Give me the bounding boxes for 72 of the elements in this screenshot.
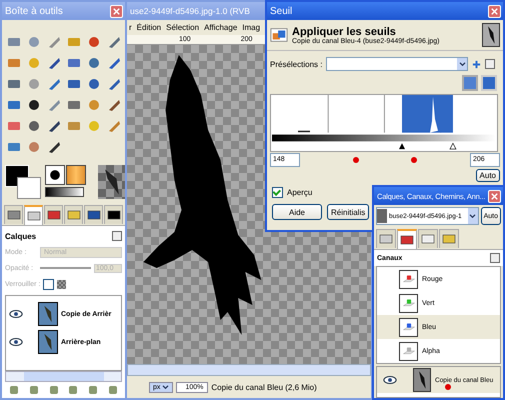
tool-options-icon bbox=[6, 208, 20, 222]
close-button[interactable] bbox=[488, 190, 501, 202]
caret-icon bbox=[458, 62, 466, 66]
dialog-button[interactable]: Aide bbox=[272, 204, 322, 220]
dock-tab[interactable] bbox=[104, 205, 123, 224]
presets-dropdown[interactable] bbox=[326, 57, 468, 71]
horizontal-scrollbar[interactable] bbox=[5, 371, 122, 382]
high-handle-dot[interactable] bbox=[411, 157, 418, 163]
color-swatches[interactable] bbox=[5, 165, 41, 199]
tool-icon[interactable] bbox=[26, 97, 42, 113]
eye-icon[interactable] bbox=[383, 375, 397, 385]
layer-action-icon[interactable] bbox=[109, 386, 118, 394]
channel-thumbnail bbox=[482, 23, 500, 47]
caret-icon bbox=[162, 384, 170, 390]
layer-action-icon[interactable] bbox=[69, 386, 78, 394]
lock-alpha-icon[interactable] bbox=[57, 280, 66, 288]
auto-button[interactable]: Auto bbox=[476, 169, 500, 182]
layer-thumbnail bbox=[38, 330, 58, 354]
menu-item[interactable]: Imag bbox=[242, 23, 260, 32]
menu-item[interactable]: Édition bbox=[136, 23, 162, 32]
channel-thumbnail bbox=[413, 368, 431, 392]
histogram-peak bbox=[430, 96, 438, 133]
layer-thumbnail bbox=[38, 302, 58, 326]
status-text: Copie du canal Bleu (2,6 Mio) bbox=[211, 382, 317, 392]
layer-action-icon[interactable] bbox=[10, 386, 18, 394]
layer-action-icon[interactable] bbox=[30, 386, 38, 394]
presets-label: Présélections : bbox=[270, 60, 322, 68]
layers-icon bbox=[379, 232, 393, 246]
pattern-icon[interactable] bbox=[66, 165, 86, 185]
brush-icon[interactable] bbox=[45, 165, 65, 185]
close-icon bbox=[112, 6, 121, 16]
layers-icon bbox=[26, 209, 40, 223]
color-icon bbox=[106, 208, 120, 222]
histogram-icon bbox=[86, 208, 100, 222]
paths-icon bbox=[421, 232, 435, 246]
image-thumbnail[interactable] bbox=[98, 165, 125, 199]
gradient-icon[interactable] bbox=[45, 187, 84, 197]
undo-icon bbox=[442, 232, 456, 246]
preview-checkbox[interactable] bbox=[272, 187, 283, 198]
close-icon bbox=[490, 6, 499, 16]
threshold-icon bbox=[270, 26, 288, 44]
panel-menu-icon[interactable] bbox=[490, 253, 500, 263]
low-handle-icon[interactable] bbox=[399, 143, 405, 150]
dock-tab[interactable] bbox=[397, 229, 417, 249]
panel-title: Calques bbox=[5, 232, 36, 240]
panel-menu-icon[interactable] bbox=[112, 231, 122, 241]
horizontal-scrollbar[interactable] bbox=[127, 364, 371, 376]
menu-item[interactable]: Affichage bbox=[204, 23, 238, 32]
layer-action-icon[interactable] bbox=[50, 386, 58, 394]
low-handle-dot[interactable] bbox=[352, 157, 359, 163]
channels-icon bbox=[400, 233, 414, 247]
window-title: Boîte à outils bbox=[5, 6, 63, 16]
menu-icon[interactable] bbox=[485, 59, 496, 69]
close-button[interactable] bbox=[488, 4, 501, 18]
dock-tab[interactable] bbox=[44, 205, 63, 224]
caret-icon bbox=[469, 214, 476, 218]
window-title: use2-9449f-d5496.jpg-1.0 (RVB bbox=[130, 6, 250, 16]
dock-tab[interactable] bbox=[84, 205, 103, 224]
dialog-heading: Appliquer les seuils bbox=[292, 26, 397, 38]
channels-icon bbox=[46, 208, 60, 222]
window-title: Seuil bbox=[270, 6, 292, 16]
menu-item[interactable]: Sélection bbox=[166, 23, 200, 32]
add-icon[interactable] bbox=[472, 60, 482, 68]
close-icon bbox=[490, 192, 499, 200]
selection-marker bbox=[445, 384, 451, 390]
menu-item[interactable]: r bbox=[129, 23, 132, 32]
log-histogram-button[interactable] bbox=[481, 75, 497, 91]
dialog-button[interactable]: Réinitialis bbox=[327, 204, 370, 220]
preview-label: Aperçu bbox=[287, 188, 312, 197]
threshold-range bbox=[402, 94, 453, 133]
undo-icon bbox=[66, 208, 80, 222]
layer-action-icon[interactable] bbox=[89, 386, 98, 394]
